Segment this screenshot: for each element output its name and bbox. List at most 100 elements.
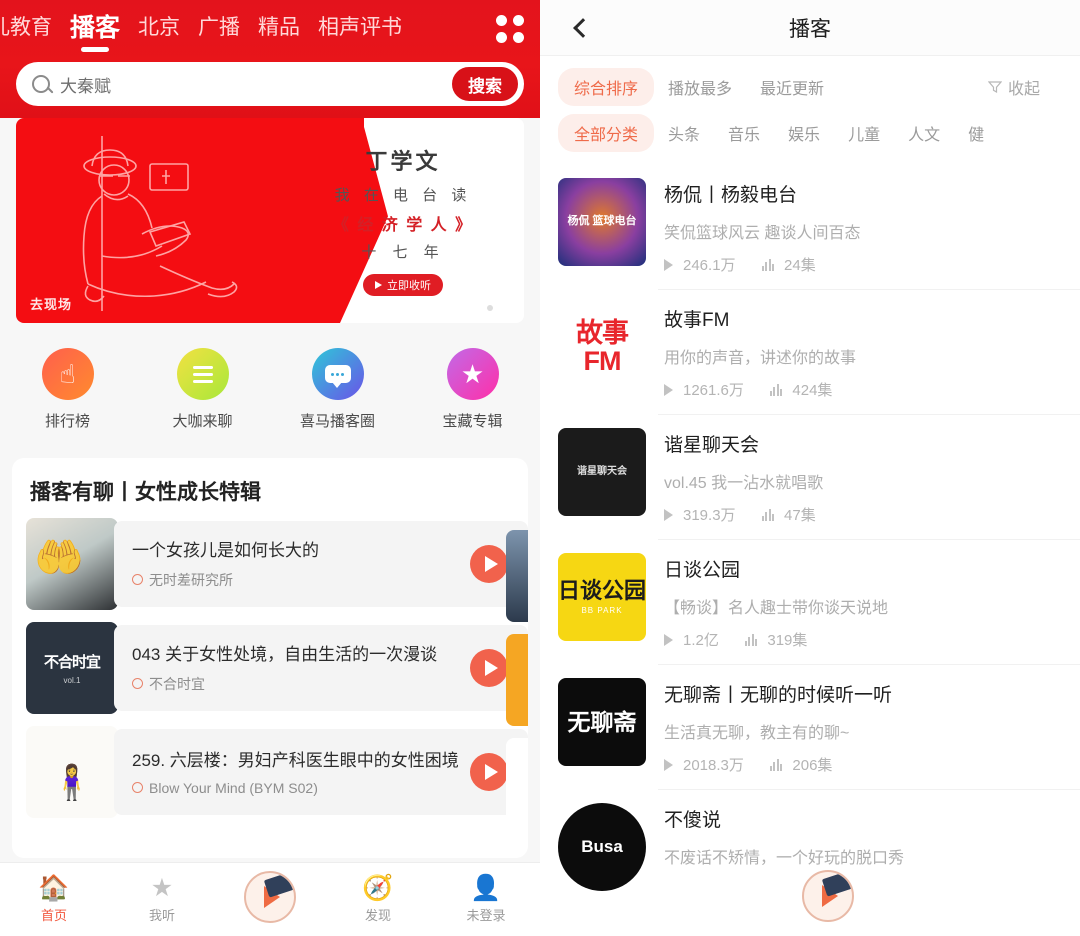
banner-line-4: 十 七 年 [361, 244, 445, 261]
filter-comprehensive-sort[interactable]: 综合排序 [558, 68, 655, 106]
entry-label: 宝藏专辑 [442, 413, 503, 430]
hands-image: 🤲 [34, 536, 84, 580]
podcast-cover: 杨侃 篮球电台 [558, 178, 646, 266]
tab-label: 发现 [364, 907, 391, 923]
banner-pagination-dots[interactable] [466, 301, 514, 315]
grid-dot [513, 15, 524, 26]
episode-body: 259. 六层楼：男妇产科医生眼中的女性困境 Blow Your Mind (B… [114, 729, 528, 815]
podcast-list: 杨侃 篮球电台 杨侃丨杨毅电台 笑侃篮球风云 趣谈人间百态 246.1万 24集 [540, 158, 1080, 905]
list-item[interactable]: 故事FM 故事FM 用你的声音，讲述你的故事 1261.6万 424集 [540, 289, 1080, 414]
podcast-title: 杨侃丨杨毅电台 [664, 185, 798, 206]
tab-player-center[interactable] [216, 863, 324, 936]
tab-crosstalk[interactable]: 相声评书 [318, 9, 402, 51]
page-header: 播客 [540, 0, 1080, 56]
filter-recently-updated[interactable]: 最近更新 [746, 68, 838, 106]
top-category-tabs: 少儿教育 播客 北京 广播 精品 相声评书 [0, 6, 540, 54]
entry-label: 排行榜 [44, 413, 90, 430]
search-bar[interactable]: 大秦赋 搜索 [16, 62, 524, 106]
tab-home[interactable]: 🏠 首页 [0, 873, 108, 924]
filter-music[interactable]: 音乐 [714, 114, 774, 152]
entry-treasure-albums[interactable]: ★ 宝藏专辑 [405, 338, 540, 431]
banner-illustration [82, 136, 238, 311]
list-item[interactable]: 不合时宜 vol.1 043 关于女性处境，自由生活的一次漫谈 不合时宜 [26, 622, 528, 714]
podcast-title: 谐星聊天会 [664, 435, 760, 456]
episodes-icon [769, 383, 783, 396]
user-icon: 👤 [470, 873, 502, 902]
list-item[interactable]: 🤲 一个女孩儿是如何长大的 无时差研究所 [26, 518, 528, 610]
list-item[interactable]: 🧍‍♀️ 259. 六层楼：男妇产科医生眼中的女性困境 Blow Your Mi… [26, 726, 528, 818]
back-chevron-icon[interactable] [573, 17, 593, 38]
speech-bubble-icon [311, 348, 364, 400]
play-count: 1261.6万 [683, 382, 744, 399]
tab-broadcast[interactable]: 广播 [198, 9, 240, 51]
tab-account[interactable]: 👤 未登录 [432, 873, 540, 924]
dot-indicator [475, 305, 481, 311]
episode-source-label: Blow Your Mind (BYM S02) [149, 779, 318, 796]
episode-body: 一个女孩儿是如何长大的 无时差研究所 [114, 521, 528, 607]
list-item[interactable]: 杨侃 篮球电台 杨侃丨杨毅电台 笑侃篮球风云 趣谈人间百态 246.1万 24集 [540, 164, 1080, 289]
tab-discover[interactable]: 🧭 发现 [324, 875, 432, 924]
entry-celebrity-talk[interactable]: 大咖来聊 [135, 338, 270, 431]
episodes-icon [769, 758, 783, 771]
tab-premium[interactable]: 精品 [258, 9, 300, 51]
search-input[interactable]: 大秦赋 [60, 72, 111, 97]
entry-podcast-circle[interactable]: 喜马播客圈 [270, 338, 405, 431]
episode-title: 259. 六层楼：男妇产科医生眼中的女性困境 [132, 751, 459, 771]
banner-listen-button[interactable]: 立即收听 [363, 274, 443, 296]
next-card-peek[interactable] [498, 458, 528, 858]
player-fab-icon[interactable] [244, 870, 296, 923]
banner-line-3: 《 经 济 学 人 》 [332, 217, 474, 234]
play-count-icon [664, 509, 675, 521]
quick-entries: ☝ 排行榜 大咖来聊 喜马播客圈 ★ 宝藏专辑 [0, 338, 540, 456]
play-count-icon [664, 634, 675, 646]
grid-apps-icon[interactable] [496, 15, 526, 45]
filter-health[interactable]: 健 [954, 114, 998, 152]
list-item[interactable]: 日谈公园 BB PARK 日谈公园 【畅谈】名人趣士带你谈天说地 1.2亿 31… [540, 539, 1080, 664]
podcast-cover: 日谈公园 BB PARK [558, 553, 646, 641]
star-icon: ★ [446, 348, 499, 400]
filter-entertainment[interactable]: 娱乐 [774, 114, 834, 152]
search-button[interactable]: 搜索 [450, 65, 520, 103]
podcast-body: 故事FM 用你的声音，讲述你的故事 1261.6万 424集 [646, 303, 1062, 400]
right-panel-podcast-list: 播客 综合排序 播放最多 最近更新 收起 全部分类 头条 音乐 娱乐 儿童 人文… [540, 0, 1080, 936]
source-icon [132, 782, 143, 794]
play-count: 246.1万 [683, 257, 736, 274]
banner-host-name: 丁学文 [365, 149, 441, 174]
cover-text: 日谈公园 [558, 578, 646, 604]
promo-banner[interactable]: 丁学文 我 在 电 台 读 《 经 济 学 人 》 十 七 年 立即收听 去现场 [16, 118, 524, 323]
tab-podcast[interactable]: 播客 [70, 6, 120, 54]
filter-children[interactable]: 儿童 [834, 114, 894, 152]
podcast-body: 无聊斋丨无聊的时候听一听 生活真无聊，教主有的聊~ 2018.3万 206集 [646, 678, 1062, 775]
filter-all-categories[interactable]: 全部分类 [558, 114, 655, 152]
tab-beijing[interactable]: 北京 [138, 9, 180, 51]
episode-body: 043 关于女性处境，自由生活的一次漫谈 不合时宜 [114, 625, 528, 711]
collapse-filters-button[interactable]: 收起 [987, 75, 1040, 99]
cover-text: Busa [581, 837, 623, 857]
cover-text: 谐星聊天会 [577, 465, 627, 477]
collapse-label: 收起 [1007, 81, 1040, 98]
tab-children-education[interactable]: 少儿教育 [0, 9, 52, 51]
podcast-cover: 谐星聊天会 [558, 428, 646, 516]
list-item[interactable]: 谐星聊天会 谐星聊天会 vol.45 我一沾水就唱歌 319.3万 47集 [540, 414, 1080, 539]
grid-dot [496, 32, 507, 43]
player-fab-icon[interactable] [802, 870, 854, 922]
filter-headline[interactable]: 头条 [654, 114, 714, 152]
grid-dot [513, 32, 524, 43]
fab-badge [821, 872, 852, 897]
filter-humanities[interactable]: 人文 [894, 114, 954, 152]
podcast-cover: 故事FM [558, 303, 646, 391]
episode-thumbnail: 🤲 [26, 518, 118, 610]
episode-source-label: 不合时宜 [149, 675, 205, 692]
play-icon [375, 281, 382, 289]
home-icon: 🏠 [38, 873, 70, 902]
podcast-description: 用你的声音，讲述你的故事 [664, 350, 857, 367]
episode-source: Blow Your Mind (BYM S02) [132, 780, 459, 796]
source-icon [132, 574, 143, 586]
peek-thumbnail [506, 634, 528, 726]
list-item[interactable]: 无聊斋 无聊斋丨无聊的时候听一听 生活真无聊，教主有的聊~ 2018.3万 20… [540, 664, 1080, 789]
entry-ranking[interactable]: ☝ 排行榜 [0, 338, 135, 431]
tab-my-listening[interactable]: ★ 我听 [108, 875, 216, 924]
tab-label: 未登录 [466, 907, 506, 923]
episode-count: 424集 [792, 382, 833, 399]
filter-most-played[interactable]: 播放最多 [654, 68, 746, 106]
